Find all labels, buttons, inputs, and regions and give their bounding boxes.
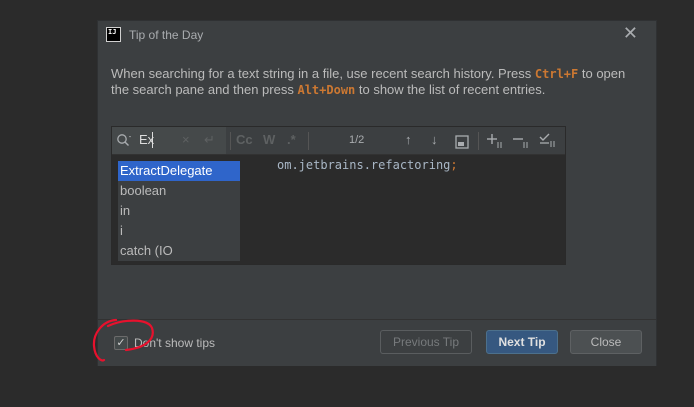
search-field[interactable]: Ex × ↵: [112, 127, 226, 154]
shortcut-ctrl-f: Ctrl+F: [534, 67, 579, 81]
history-item[interactable]: ExtractDelegate: [118, 161, 240, 181]
remove-occurrence-icon[interactable]: [512, 132, 530, 154]
search-history-popup: ExtractDelegate boolean in i catch (IO: [117, 160, 241, 262]
previous-tip-button[interactable]: Previous Tip: [380, 330, 472, 354]
match-case-toggle[interactable]: Cc: [236, 132, 253, 147]
divider: [308, 132, 309, 150]
close-button[interactable]: Close: [570, 330, 642, 354]
dialog-footer: ✓ Don't show tips Previous Tip Next Tip …: [98, 319, 656, 366]
divider: [230, 132, 231, 150]
tip-text-part: When searching for a text string in a fi…: [111, 66, 535, 81]
regex-toggle[interactable]: .*: [287, 132, 296, 147]
find-bar: Ex × ↵ Cc W .* 1/2 ↑ ↓: [112, 127, 565, 155]
intellij-app-icon: IJ: [106, 27, 121, 42]
clear-search-icon[interactable]: ×: [182, 132, 190, 147]
code-example-editor: Ex × ↵ Cc W .* 1/2 ↑ ↓ om.jetbrains.refa…: [111, 126, 566, 265]
history-item[interactable]: boolean: [118, 181, 240, 201]
select-all-matches-icon[interactable]: [538, 131, 558, 153]
tip-of-the-day-dialog: IJ Tip of the Day ✕ When searching for a…: [97, 20, 657, 366]
code-text: om.jetbrains.refactoring: [277, 158, 451, 172]
search-icon[interactable]: [116, 132, 132, 148]
close-icon[interactable]: ✕: [623, 25, 638, 43]
tip-text-part: to show the list of recent entries.: [355, 82, 546, 97]
history-item[interactable]: i: [118, 221, 240, 241]
whole-words-toggle[interactable]: W: [263, 132, 275, 147]
previous-occurrence-arrow-icon[interactable]: ↑: [405, 132, 412, 147]
next-occurrence-arrow-icon[interactable]: ↓: [431, 132, 438, 147]
divider: [478, 132, 479, 150]
history-item[interactable]: catch (IO: [118, 241, 240, 261]
tip-description: When searching for a text string in a fi…: [111, 66, 631, 98]
history-item[interactable]: in: [118, 201, 240, 221]
dialog-titlebar[interactable]: IJ Tip of the Day ✕: [98, 21, 656, 49]
dialog-title: Tip of the Day: [129, 28, 204, 42]
text-caret: [152, 132, 153, 148]
add-occurrence-icon[interactable]: [486, 132, 504, 154]
code-line: om.jetbrains.refactoring;: [277, 158, 458, 172]
new-line-icon[interactable]: ↵: [204, 132, 215, 148]
red-circle-annotation: [92, 318, 154, 362]
match-counter: 1/2: [349, 134, 365, 146]
code-semicolon: ;: [450, 158, 458, 172]
shortcut-alt-down: Alt+Down: [297, 83, 356, 97]
next-tip-button[interactable]: Next Tip: [486, 330, 558, 354]
select-all-occurrences-icon[interactable]: [455, 134, 469, 153]
